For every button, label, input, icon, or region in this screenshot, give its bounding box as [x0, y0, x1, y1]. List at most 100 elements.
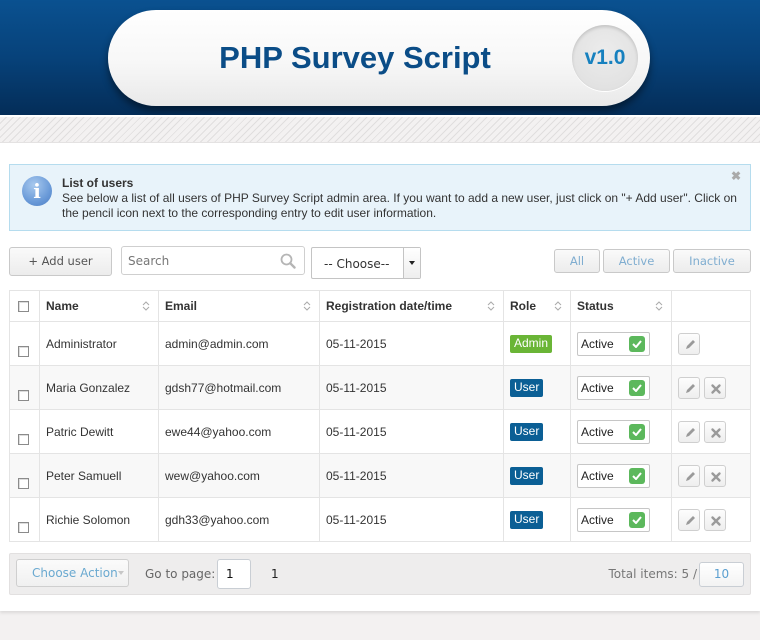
- filter-all-button[interactable]: All: [554, 249, 600, 273]
- sort-icon[interactable]: [554, 300, 562, 312]
- chevron-down-icon: [118, 571, 124, 575]
- users-table: Name Email Registration date/time Role S…: [9, 290, 751, 542]
- delete-button[interactable]: [704, 464, 727, 487]
- app-title: PHP Survey Script: [219, 40, 491, 75]
- table-row: Maria Gonzalez gdsh77@hotmail.com 05-11-…: [9, 365, 751, 410]
- actions-cell: [671, 365, 751, 410]
- edit-button[interactable]: [678, 420, 700, 443]
- sort-icon[interactable]: [655, 300, 663, 312]
- choose-action-dropdown[interactable]: Choose Action: [16, 559, 129, 587]
- edit-button[interactable]: [678, 508, 700, 531]
- role-cell: User: [503, 409, 571, 454]
- page-link-1[interactable]: 1: [271, 567, 279, 581]
- status-cell: Active: [570, 321, 672, 366]
- pencil-icon: [686, 383, 695, 393]
- delete-button[interactable]: [704, 508, 727, 531]
- col-role[interactable]: Role: [503, 290, 571, 322]
- close-icon: [711, 471, 722, 482]
- status-select[interactable]: Active: [577, 375, 650, 400]
- user-email: admin@admin.com: [158, 321, 320, 366]
- header-banner: PHP Survey Script v1.0: [0, 0, 760, 115]
- registration-date: 05-11-2015: [319, 409, 504, 454]
- actions-cell: [671, 321, 751, 366]
- search-box: [121, 246, 305, 275]
- pencil-icon: [686, 339, 695, 349]
- select-all-checkbox[interactable]: [18, 301, 29, 313]
- select-all-cell: [9, 290, 40, 322]
- chevron-down-icon[interactable]: [403, 248, 420, 278]
- close-icon: [711, 383, 722, 394]
- role-cell: User: [503, 453, 571, 498]
- table-header-row: Name Email Registration date/time Role S…: [9, 290, 751, 322]
- goto-label: Go to page:: [145, 567, 216, 581]
- status-select[interactable]: Active: [577, 463, 650, 488]
- per-page-selector[interactable]: 10: [699, 562, 744, 587]
- close-icon: [711, 427, 722, 438]
- row-checkbox[interactable]: [18, 521, 29, 533]
- check-icon: [629, 467, 645, 484]
- goto-page-input[interactable]: [217, 559, 251, 589]
- pencil-icon: [686, 471, 695, 481]
- check-icon: [629, 379, 645, 396]
- role-badge: User: [510, 466, 544, 485]
- close-icon[interactable]: ✖: [731, 169, 741, 183]
- pencil-icon: [686, 427, 695, 437]
- role-badge: User: [510, 378, 544, 397]
- status-select[interactable]: Active: [577, 507, 650, 532]
- role-cell: User: [503, 365, 571, 410]
- main-panel: i List of users See below a list of all …: [0, 143, 760, 611]
- sort-icon[interactable]: [487, 300, 495, 312]
- status-cell: Active: [570, 497, 672, 542]
- table-row: Richie Solomon gdh33@yahoo.com 05-11-201…: [9, 497, 751, 542]
- actions-cell: [671, 409, 751, 454]
- registration-date: 05-11-2015: [319, 453, 504, 498]
- delete-button[interactable]: [704, 376, 727, 399]
- table-row: Patric Dewitt ewe44@yahoo.com 05-11-2015…: [9, 409, 751, 454]
- table-footer: Choose Action Go to page: 1 Total items:…: [9, 553, 751, 595]
- info-icon: i: [22, 176, 52, 206]
- alert-text: See below a list of all users of PHP Sur…: [62, 191, 737, 220]
- total-items: Total items: 5 /: [608, 567, 697, 581]
- status-label: Active: [581, 512, 614, 527]
- status-cell: Active: [570, 453, 672, 498]
- status-label: Active: [581, 424, 614, 439]
- edit-button[interactable]: [678, 376, 700, 399]
- col-registration[interactable]: Registration date/time: [319, 290, 504, 322]
- status-select[interactable]: Active: [577, 419, 650, 444]
- col-status[interactable]: Status: [570, 290, 672, 322]
- bulk-select[interactable]: -- Choose--: [311, 247, 421, 279]
- edit-button[interactable]: [678, 332, 700, 355]
- sort-icon[interactable]: [142, 300, 150, 312]
- search-icon[interactable]: [280, 253, 296, 269]
- col-name[interactable]: Name: [39, 290, 159, 322]
- user-name: Patric Dewitt: [39, 409, 159, 454]
- col-email[interactable]: Email: [158, 290, 320, 322]
- title-pill: PHP Survey Script v1.0: [108, 10, 650, 106]
- registration-date: 05-11-2015: [319, 365, 504, 410]
- bulk-select-value: -- Choose--: [324, 257, 390, 271]
- role-badge: User: [510, 422, 544, 441]
- sort-icon[interactable]: [303, 300, 311, 312]
- col-actions: [671, 290, 751, 322]
- role-cell: User: [503, 497, 571, 542]
- add-user-button[interactable]: + Add user: [9, 247, 112, 276]
- status-label: Active: [581, 380, 614, 395]
- delete-button[interactable]: [704, 420, 727, 443]
- registration-date: 05-11-2015: [319, 497, 504, 542]
- row-checkbox[interactable]: [18, 345, 29, 357]
- status-select[interactable]: Active: [577, 331, 650, 356]
- search-input[interactable]: [128, 252, 278, 270]
- pencil-icon: [686, 515, 695, 525]
- user-name: Peter Samuell: [39, 453, 159, 498]
- alert-title: List of users: [62, 176, 134, 190]
- table-row: Administrator admin@admin.com 05-11-2015…: [9, 321, 751, 366]
- actions-cell: [671, 453, 751, 498]
- user-email: ewe44@yahoo.com: [158, 409, 320, 454]
- filter-inactive-button[interactable]: Inactive: [673, 249, 751, 273]
- row-checkbox[interactable]: [18, 389, 29, 401]
- filter-active-button[interactable]: Active: [603, 249, 670, 273]
- row-checkbox[interactable]: [18, 477, 29, 489]
- row-checkbox[interactable]: [18, 433, 29, 445]
- edit-button[interactable]: [678, 464, 700, 487]
- row-select-cell: [9, 409, 40, 454]
